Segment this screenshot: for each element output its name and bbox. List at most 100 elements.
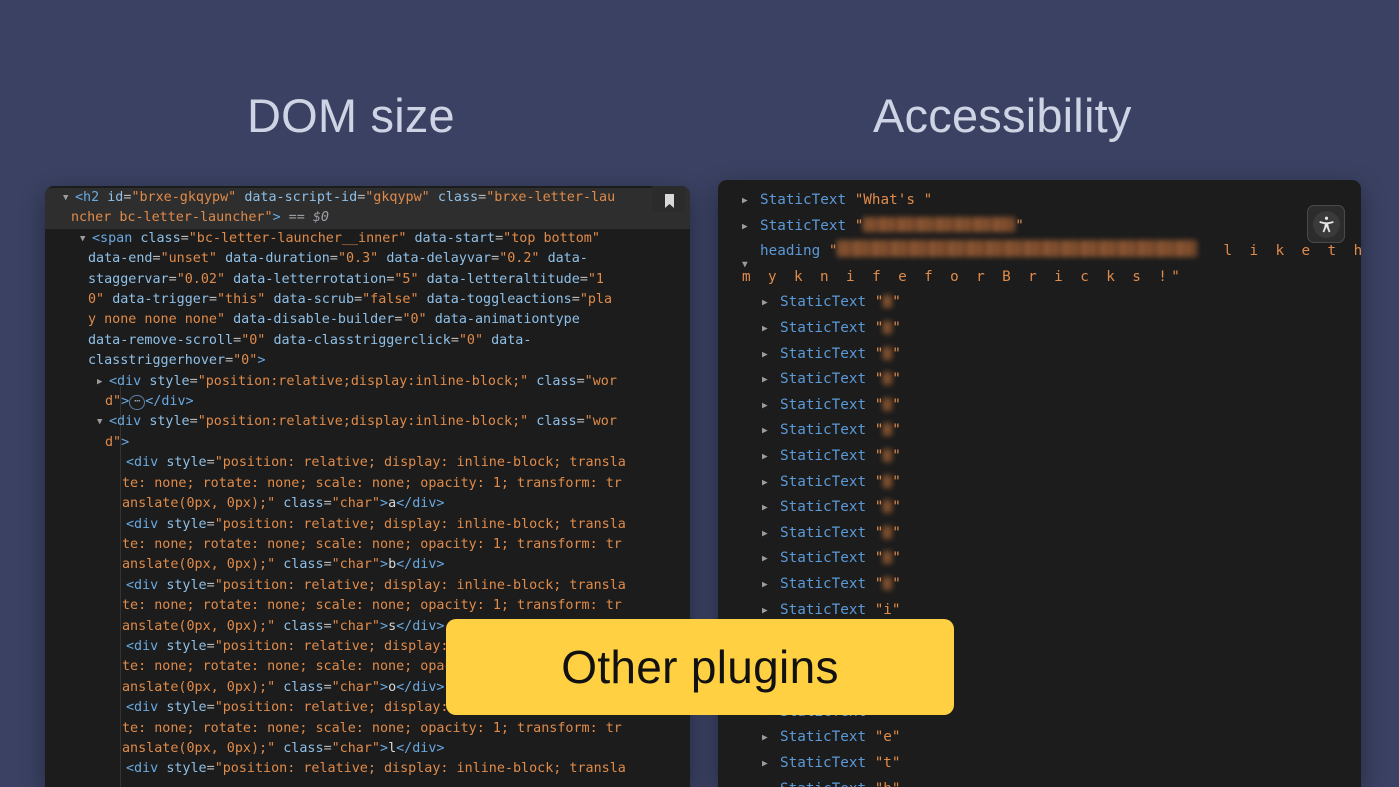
code-token: "position: relative; display: inline-blo… [214,455,626,471]
dom-line[interactable]: anslate(0px, 0px);" class="char">b</div> [45,555,690,575]
a11y-role-label: StaticText [780,524,875,541]
code-token: "char" [331,679,380,695]
a11y-tree-row[interactable]: ▶ StaticText " " [718,495,1361,521]
dom-line[interactable]: te: none; rotate: none; scale: none; opa… [45,719,690,739]
code-token: y none none none" [88,312,226,328]
code-token: data- [547,251,588,267]
a11y-role-label: StaticText [780,499,875,516]
dom-line[interactable]: d"> [45,433,690,453]
code-token: classtriggerhover [88,353,226,369]
dom-line[interactable]: anslate(0px, 0px);" class="char">a</div> [45,494,690,514]
a11y-tree-row[interactable]: ▶ StaticText " " [718,393,1361,419]
code-token: class [536,414,577,430]
code-token: anslate(0px, 0px);" [122,740,276,756]
a11y-tree-row[interactable]: ▶ StaticText " " [718,418,1361,444]
dom-line[interactable]: anslate(0px, 0px);" class="char">l</div> [45,739,690,759]
dom-line[interactable]: d"> ⋯ </div> [45,392,690,412]
a11y-tree-row[interactable]: ▶ StaticText "h" [718,777,1361,787]
chevron-right-icon[interactable]: ▶ [742,214,748,240]
dom-line[interactable]: 0" data-trigger="this" data-scrub="false… [45,290,690,310]
code-token: "0.3" [337,251,379,267]
code-token: id [107,190,124,205]
chevron-right-icon[interactable]: ▶ [762,470,768,496]
a11y-tree-row[interactable]: ▶ StaticText " " [718,367,1361,393]
code-token: = [208,292,217,308]
code-token: = [206,516,215,532]
code-token: = [354,292,363,308]
a11y-tree-row[interactable]: ▶ StaticText " " [718,470,1361,496]
code-token: > [380,618,389,634]
code-token: style [166,761,207,777]
a11y-tree-row[interactable]: ▶ StaticText " " [718,290,1361,316]
a11y-heading-node[interactable]: ▼ heading " l i k e t h e S w i s s A r m … [718,239,1361,290]
quote-mark: " [874,499,884,516]
a11y-tree-row[interactable]: ▶ StaticText " " [718,444,1361,470]
a11y-tree-row[interactable]: ▶ StaticText " " [718,521,1361,547]
a11y-tree-row[interactable]: ▶ StaticText " " [718,546,1361,572]
redacted-text [883,423,893,437]
dom-line[interactable]: data-end="unset" data-duration="0.3" dat… [45,249,690,269]
dom-line[interactable]: ▶ <div style="position:relative;display:i… [45,372,690,392]
a11y-tree-row[interactable]: ▶ StaticText "What's " [718,188,1361,214]
a11y-tree-row[interactable]: ▶ StaticText " " [718,214,1361,240]
chevron-right-icon[interactable]: ▶ [762,521,768,547]
chevron-right-icon[interactable]: ▶ [762,751,768,777]
code-token: </div> [396,740,445,756]
dom-line[interactable]: <div style="position: relative; display:… [45,515,690,535]
dom-line[interactable]: <div style="position: relative; display:… [45,759,690,779]
a11y-tree-row[interactable]: ▶ StaticText " " [718,572,1361,598]
redacted-text [883,576,893,590]
dom-line[interactable]: te: none; rotate: none; scale: none; opa… [45,596,690,616]
chevron-right-icon[interactable]: ▶ [97,372,102,392]
dom-line[interactable]: y none none none" data-disable-builder="… [45,310,690,330]
a11y-tree-row[interactable]: ▶ StaticText " " [718,316,1361,342]
dom-line[interactable]: classtriggerhover="0"> [45,351,690,371]
collapsed-content-ellipsis[interactable]: ⋯ [129,395,146,411]
code-token: data-delayvar [386,251,492,267]
chevron-right-icon[interactable]: ▶ [762,725,768,751]
a11y-tree-row[interactable]: ▶ StaticText " " [718,342,1361,368]
chevron-right-icon[interactable]: ▶ [762,342,768,368]
dom-line[interactable]: data-remove-scroll="0" data-classtrigger… [45,331,690,351]
quote-mark: " [854,192,864,208]
quote-mark: " [892,781,901,787]
bookmark-icon[interactable] [652,186,686,212]
chevron-right-icon[interactable]: ▶ [762,316,768,342]
dom-line[interactable]: te: none; rotate: none; scale: none; opa… [45,535,690,555]
quote-mark: " [874,422,884,439]
chevron-right-icon[interactable]: ▶ [762,495,768,521]
chevron-down-icon[interactable]: ▼ [742,252,748,278]
quote-mark: " [892,422,901,439]
code-token: class [437,190,479,205]
dom-line[interactable]: ▼ <div style="position:relative;display:i… [45,412,690,432]
chevron-down-icon[interactable]: ▼ [97,412,102,432]
chevron-right-icon[interactable]: ▶ [762,418,768,444]
dom-line[interactable]: ▼ <h2 id="brxe-gkqypw" data-script-id="gk… [45,188,690,209]
quote-mark: " [892,294,901,311]
code-token: = [206,700,215,716]
chevron-right-icon[interactable]: ▶ [762,444,768,470]
chevron-down-icon[interactable]: ▼ [63,188,68,208]
code-token: > [121,394,130,410]
a11y-tree-row[interactable]: ▶ StaticText "e" [718,725,1361,751]
dom-line[interactable]: te: none; rotate: none; scale: none; opa… [45,474,690,494]
dom-line[interactable]: <div style="position: relative; display:… [45,576,690,596]
chevron-right-icon[interactable]: ▶ [742,188,748,214]
dom-line[interactable]: ▼ <span class="bc-letter-launcher__inner"… [45,229,690,249]
chevron-right-icon[interactable]: ▶ [762,777,768,787]
chevron-right-icon[interactable]: ▶ [762,572,768,598]
chevron-right-icon[interactable]: ▶ [762,393,768,419]
a11y-tree-row[interactable]: ▶ StaticText "t" [718,751,1361,777]
quote-mark: " [892,371,901,388]
chevron-right-icon[interactable]: ▶ [762,367,768,393]
chevron-right-icon[interactable]: ▶ [762,290,768,316]
dom-line[interactable]: staggervar="0.02" data-letterrotation="5… [45,270,690,290]
a11y-role-label: StaticText [780,601,875,618]
code-token: > [121,434,130,450]
universal-access-button[interactable] [1307,205,1345,243]
dom-line[interactable]: <div style="position: relative; display:… [45,453,690,473]
chevron-down-icon[interactable]: ▼ [80,229,85,249]
chevron-right-icon[interactable]: ▶ [762,546,768,572]
dom-line[interactable]: ncher bc-letter-launcher"> == $0 [45,208,690,229]
